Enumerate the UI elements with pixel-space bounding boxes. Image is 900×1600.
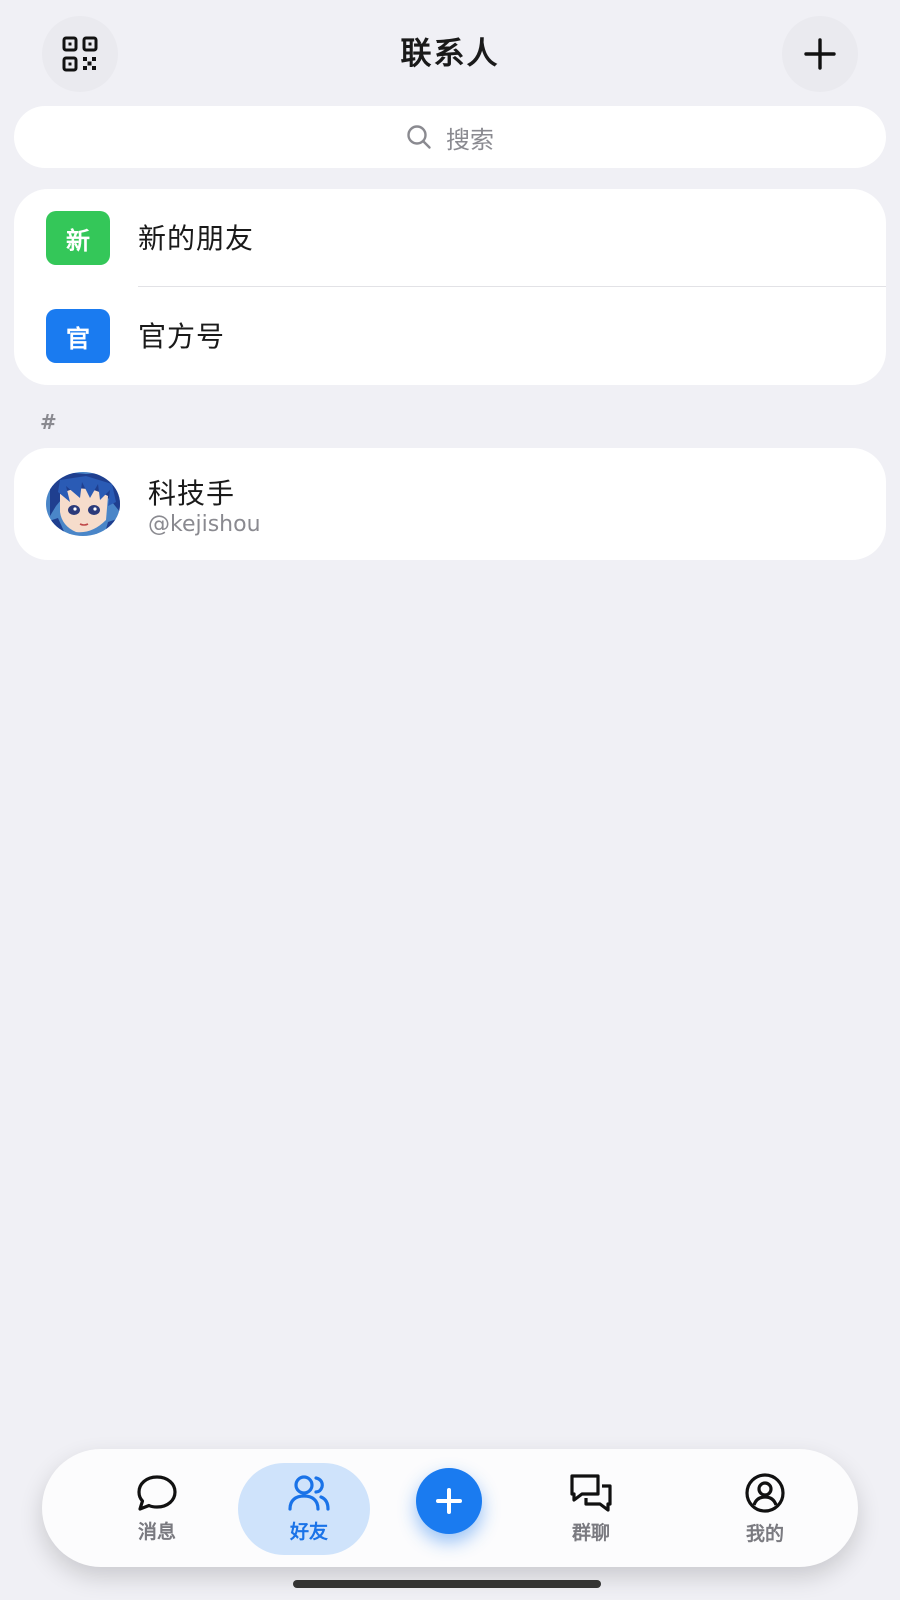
add-contact-button[interactable] — [782, 16, 858, 92]
search-icon — [407, 125, 431, 149]
avatar — [46, 472, 120, 536]
tab-messages-label: 消息 — [137, 1520, 176, 1543]
contact-handle: @kejishou — [148, 512, 261, 537]
search-bar[interactable]: 搜索 — [14, 106, 886, 168]
anime-avatar-image — [46, 472, 120, 536]
new-friends-row[interactable]: 新 新的朋友 — [14, 189, 886, 287]
plus-icon — [436, 1488, 462, 1514]
chat-bubble-icon — [137, 1474, 177, 1511]
profile-icon — [745, 1472, 785, 1513]
new-friends-label: 新的朋友 — [138, 222, 255, 255]
tab-profile-label: 我的 — [745, 1522, 784, 1545]
friends-icon — [288, 1474, 330, 1511]
home-indicator — [293, 1580, 601, 1588]
official-accounts-row[interactable]: 官 官方号 — [14, 287, 886, 385]
new-friends-badge: 新 — [46, 211, 110, 265]
tab-friends-label: 好友 — [289, 1520, 328, 1543]
official-accounts-badge: 官 — [46, 309, 110, 363]
entries-card: 新 新的朋友 官 官方号 — [14, 189, 886, 385]
contact-row[interactable]: 科技手 @kejishou — [14, 448, 886, 560]
tab-group-chat[interactable]: 群聊 — [526, 1449, 656, 1567]
top-bar: 联系人 — [0, 0, 900, 100]
official-accounts-label: 官方号 — [138, 320, 226, 353]
contact-name: 科技手 — [148, 477, 236, 510]
section-index-letter: # — [40, 410, 57, 434]
group-chat-icon — [570, 1473, 612, 1512]
compose-button[interactable] — [416, 1468, 482, 1534]
search-placeholder: 搜索 — [446, 125, 494, 154]
tab-profile[interactable]: 我的 — [700, 1449, 830, 1567]
tab-friends[interactable]: 好友 — [238, 1449, 374, 1567]
tab-group-chat-label: 群聊 — [571, 1521, 610, 1544]
page-title: 联系人 — [400, 36, 500, 72]
tab-messages[interactable]: 消息 — [92, 1449, 222, 1567]
plus-icon — [804, 38, 836, 70]
